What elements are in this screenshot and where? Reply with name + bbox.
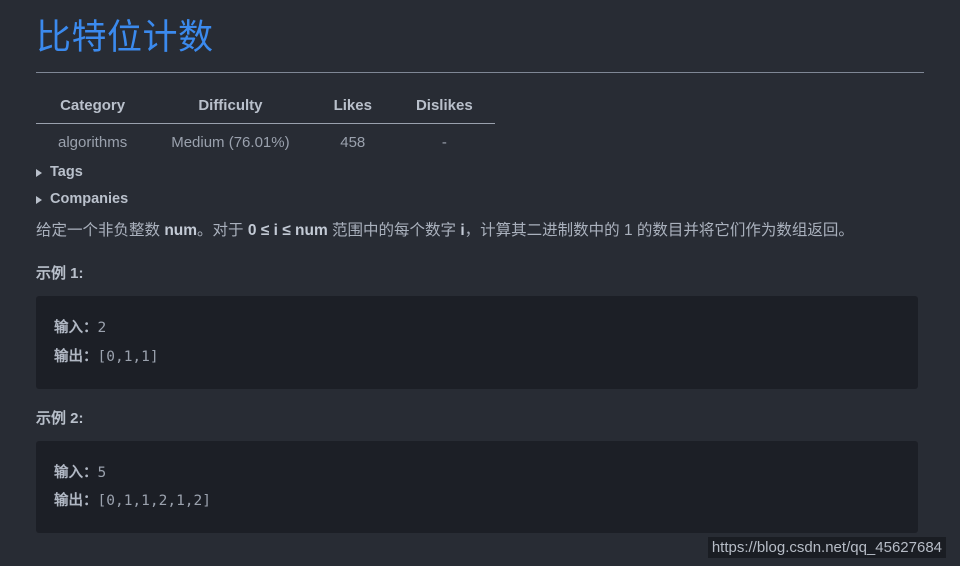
example-1-heading: 示例 1: xyxy=(36,265,84,283)
details-label-companies: Companies xyxy=(50,191,129,208)
desc-part-2: 。对于 xyxy=(197,221,248,239)
column-header-dislikes: Dislikes xyxy=(393,91,495,125)
example-2-code-block: 输入：5 输出：[0,1,1,2,1,2] xyxy=(36,440,918,534)
details-label-tags: Tags xyxy=(50,164,83,181)
desc-bold-num: num xyxy=(164,221,198,239)
problem-meta-table: Category Difficulty Likes Dislikes algor… xyxy=(36,91,495,157)
desc-part-4: ，计算其二进制数中的 1 的数目并将它们作为数组返回。 xyxy=(464,221,854,239)
table-header-row: Category Difficulty Likes Dislikes xyxy=(36,91,495,125)
details-toggle-companies[interactable]: Companies xyxy=(36,188,128,211)
example-2-output-value: [0,1,1,2,1,2] xyxy=(97,493,212,510)
example-1-input-label: 输入： xyxy=(54,320,98,337)
details-toggle-tags[interactable]: Tags xyxy=(36,161,83,184)
example-2-input-value: 5 xyxy=(97,464,107,481)
triangle-right-icon xyxy=(36,196,42,205)
column-header-category: Category xyxy=(36,91,150,125)
example-1-output-value: [0,1,1] xyxy=(97,348,159,365)
desc-bold-range: 0 ≤ i ≤ num xyxy=(247,221,328,239)
desc-part-3: 范围中的每个数字 xyxy=(327,221,461,239)
triangle-right-icon xyxy=(36,168,42,177)
page-title: 比特位计数 xyxy=(36,18,214,57)
example-1-output-label: 输出： xyxy=(54,348,98,365)
desc-part-1: 给定一个非负整数 xyxy=(36,221,165,239)
table-row: algorithms Medium (76.01%) 458 - xyxy=(36,124,495,158)
cell-likes: 458 xyxy=(340,134,366,152)
example-2-output-label: 输出： xyxy=(54,493,98,510)
cell-category: algorithms xyxy=(58,134,128,152)
cell-dislikes: - xyxy=(441,134,447,152)
column-header-likes: Likes xyxy=(311,91,394,125)
problem-page: 比特位计数 Category Difficulty Likes Dislikes… xyxy=(0,0,960,566)
cell-difficulty: Medium (76.01%) xyxy=(171,134,290,152)
column-header-difficulty: Difficulty xyxy=(149,91,312,125)
example-1-input-value: 2 xyxy=(97,320,107,337)
example-1-code-block: 输入：2 输出：[0,1,1] xyxy=(36,296,918,389)
example-2-input-label: 输入： xyxy=(54,464,98,481)
title-divider xyxy=(36,72,924,74)
watermark: https://blog.csdn.net/qq_45627684 xyxy=(707,537,946,558)
example-2-heading: 示例 2: xyxy=(36,409,84,427)
problem-description: 给定一个非负整数 num。对于 0 ≤ i ≤ num 范围中的每个数字 i，计… xyxy=(36,218,924,245)
